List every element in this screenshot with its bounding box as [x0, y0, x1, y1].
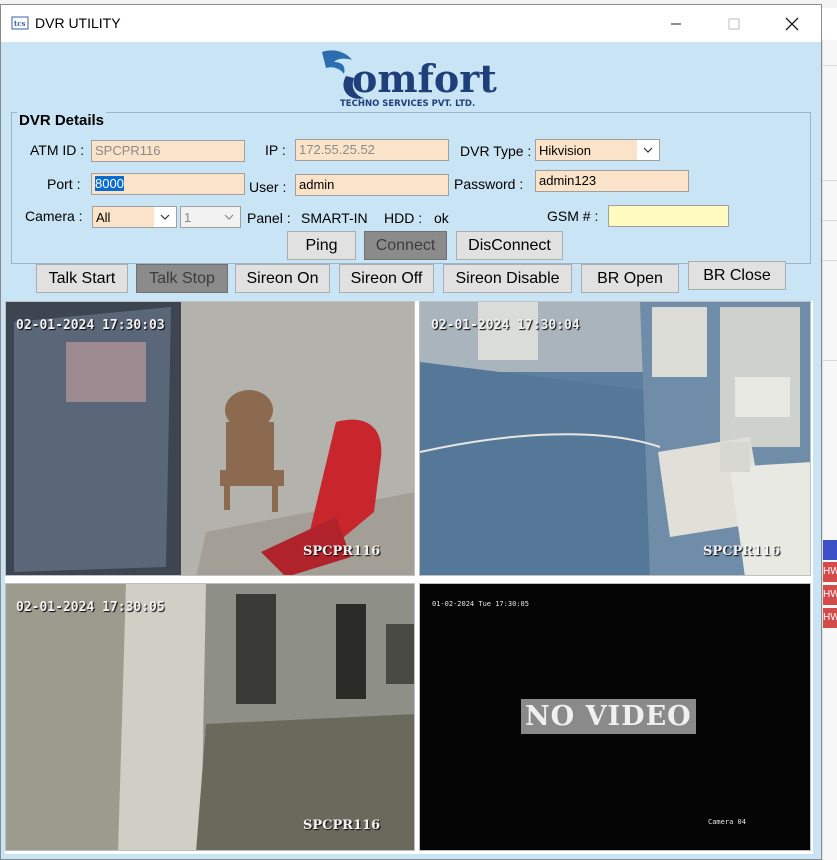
camera-select[interactable]: All	[92, 206, 177, 228]
minimize-icon	[671, 23, 681, 24]
disconnect-button[interactable]: DisConnect	[456, 231, 563, 260]
client-area: omfort TECHNO SERVICES PVT. LTD. DVR Det…	[1, 42, 821, 859]
dvr-type-value: Hikvision	[539, 143, 592, 158]
panel-value: SMART-IN	[301, 210, 368, 226]
dvr-details-legend: DVR Details	[17, 112, 107, 129]
connect-button[interactable]: Connect	[364, 231, 447, 260]
camera-2-name: SPCPR116	[703, 544, 781, 559]
hdd-value: ok	[434, 210, 449, 226]
no-video-label: NO VIDEO	[521, 699, 696, 734]
port-field[interactable]: 8000	[91, 173, 245, 195]
video-grid: 02-01-2024 17:30:03 SPCPR116 02-01-2024 …	[5, 301, 813, 854]
ip-field[interactable]: 172.55.25.52	[295, 139, 449, 161]
camera-4-timestamp: 01-02-2024 Tue 17:30:05	[432, 600, 529, 608]
panel-label: Panel :	[247, 210, 291, 226]
camera-4-feed[interactable]: 01-02-2024 Tue 17:30:05 NO VIDEO Camera …	[419, 583, 811, 851]
password-field[interactable]: admin123	[535, 170, 689, 192]
chevron-down-icon	[218, 207, 240, 227]
dvr-type-select[interactable]: Hikvision	[535, 139, 660, 161]
camera-2-feed[interactable]: 02-01-2024 17:30:04 SPCPR116	[419, 301, 811, 576]
chevron-down-icon	[154, 207, 176, 227]
port-label: Port :	[47, 176, 81, 192]
background-badge: HW	[823, 585, 837, 605]
talk-stop-button[interactable]: Talk Stop	[136, 264, 228, 293]
gsm-field[interactable]	[608, 205, 729, 227]
camera-label: Camera :	[25, 208, 83, 224]
br-open-button[interactable]: BR Open	[581, 264, 679, 293]
hdd-label: HDD :	[384, 210, 423, 226]
ip-label: IP :	[265, 142, 286, 158]
dvr-type-label: DVR Type :	[460, 143, 532, 159]
camera-3-image	[6, 584, 414, 850]
dvr-utility-window: tcs DVR UTILITY omfort TECHNO SERVICES P…	[0, 4, 822, 860]
camera-1-feed[interactable]: 02-01-2024 17:30:03 SPCPR116	[5, 301, 415, 576]
sireon-off-button[interactable]: Sireon Off	[339, 264, 434, 293]
camera-3-name: SPCPR116	[303, 818, 381, 833]
camera-1-name: SPCPR116	[303, 544, 381, 559]
port-value: 8000	[95, 176, 124, 191]
talk-start-button[interactable]: Talk Start	[36, 264, 128, 293]
camera-1-timestamp: 02-01-2024 17:30:03	[16, 318, 165, 333]
user-label: User :	[249, 179, 287, 195]
close-button[interactable]	[763, 5, 821, 42]
camera-3-feed[interactable]: 02-01-2024 17:30:05 SPCPR116	[5, 583, 415, 851]
company-logo: omfort TECHNO SERVICES PVT. LTD.	[322, 50, 497, 109]
maximize-icon	[728, 18, 740, 29]
window-title: DVR UTILITY	[35, 15, 121, 31]
camera-number-value: 1	[184, 210, 192, 225]
sireon-on-button[interactable]: Sireon On	[235, 264, 330, 293]
ping-button[interactable]: Ping	[287, 231, 356, 260]
password-label: Password :	[454, 176, 524, 192]
sireon-disable-button[interactable]: Sireon Disable	[443, 264, 572, 293]
br-close-button[interactable]: BR Close	[688, 261, 786, 290]
logo-subtitle: TECHNO SERVICES PVT. LTD.	[340, 99, 475, 109]
camera-2-timestamp: 02-01-2024 17:30:04	[431, 318, 580, 333]
camera-1-image	[6, 302, 414, 575]
camera-number-select[interactable]: 1	[180, 206, 241, 228]
gsm-label: GSM # :	[547, 208, 599, 224]
atm-id-field[interactable]: SPCPR116	[91, 140, 245, 162]
svg-text:tcs: tcs	[14, 19, 25, 28]
background-badge: HW	[823, 562, 837, 582]
close-icon	[785, 17, 799, 30]
atm-id-label: ATM ID :	[30, 142, 85, 158]
user-field[interactable]: admin	[295, 174, 449, 196]
background-badge: HW	[823, 608, 837, 628]
app-icon: tcs	[11, 16, 29, 30]
minimize-button[interactable]	[647, 5, 705, 42]
background-window-edge: HW HW HW	[822, 40, 837, 860]
camera-2-image	[420, 302, 810, 575]
maximize-button[interactable]	[705, 5, 763, 42]
camera-4-name: Camera 04	[708, 818, 746, 826]
camera-value: All	[96, 210, 111, 225]
logo-text: omfort	[352, 56, 497, 101]
chevron-down-icon	[637, 140, 659, 160]
camera-3-timestamp: 02-01-2024 17:30:05	[16, 600, 165, 615]
title-bar[interactable]: tcs DVR UTILITY	[1, 5, 821, 42]
